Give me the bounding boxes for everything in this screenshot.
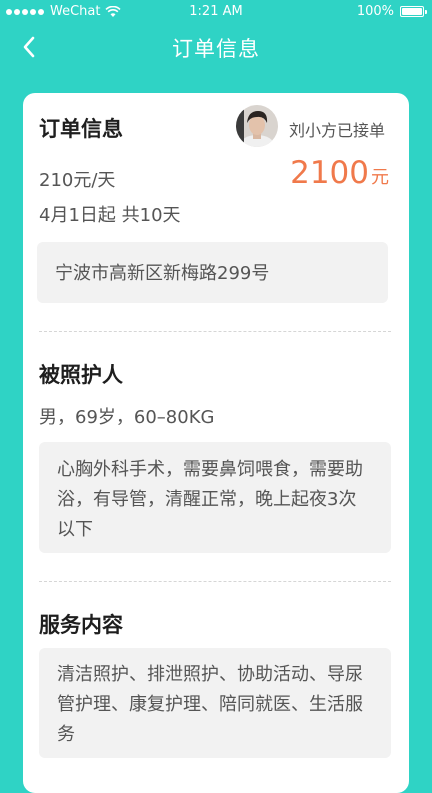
total-amount: 2100 (290, 155, 369, 191)
patient-info: 男，69岁，60–80KG (39, 407, 215, 428)
order-card: 订单信息 刘小方已接单 210元/天 2100 元 4月1日起 共10天 宁波市… (23, 93, 409, 793)
total-unit: 元 (371, 167, 389, 188)
page-title: 订单信息 (172, 37, 260, 61)
caregiver-status: 刘小方已接单 (289, 121, 386, 140)
battery-fill (402, 8, 422, 15)
status-right: 100% (356, 4, 427, 19)
services-section-title: 服务内容 (39, 613, 123, 637)
price-per-day: 210元/天 (39, 170, 116, 191)
address-box: 宁波市高新区新梅路299号 (37, 242, 388, 303)
caregiver-avatar[interactable] (236, 105, 278, 147)
date-range: 4月1日起 共10天 (39, 205, 181, 226)
avatar-image (236, 105, 278, 147)
status-bar: WeChat 1:21 AM 100% (0, 0, 432, 24)
total-price: 2100 元 (290, 155, 389, 191)
services-box: 清洁照护、排泄照护、协助活动、导尿管护理、康复护理、陪同就医、生活服务 (39, 648, 391, 758)
patient-section-title: 被照护人 (39, 363, 123, 387)
nav-bar: 订单信息 (0, 24, 432, 70)
battery-percentage: 100% (356, 4, 394, 19)
condition-box: 心胸外科手术，需要鼻饲喂食，需要助浴，有导管，清醒正常，晚上起夜3次以下 (39, 442, 391, 553)
divider (39, 331, 391, 332)
divider (39, 581, 391, 582)
battery-icon (400, 6, 427, 17)
order-section-title: 订单信息 (39, 117, 123, 141)
